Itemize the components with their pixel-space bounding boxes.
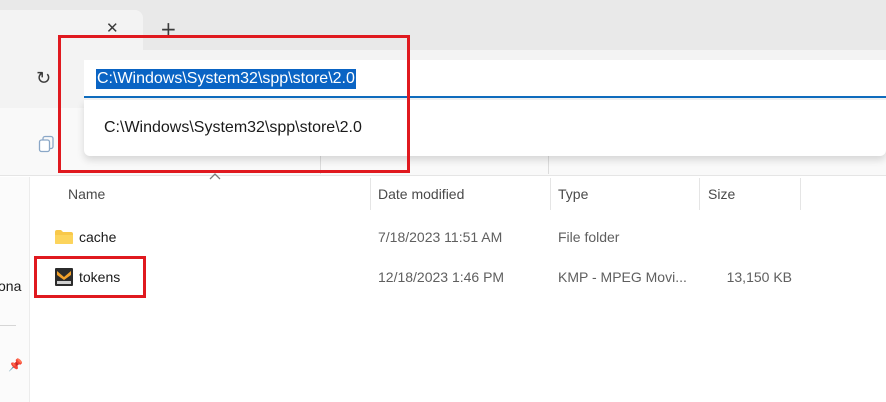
file-date-modified: 12/18/2023 1:46 PM [378,269,505,285]
column-divider[interactable] [370,178,371,210]
column-header-date-modified[interactable]: Date modified [378,186,464,202]
column-divider[interactable] [699,178,700,210]
file-type: KMP - MPEG Movi... [558,269,687,285]
sort-ascending-icon [209,173,221,180]
column-header-name[interactable]: Name [68,186,105,202]
column-header-size[interactable]: Size [708,186,735,202]
file-size: 13,150 KB [726,269,792,285]
column-divider[interactable] [550,178,551,210]
column-header-type[interactable]: Type [558,186,588,202]
annotation-box-address [58,35,410,173]
annotation-box-file [34,256,146,298]
close-tab-icon[interactable]: ✕ [106,20,119,36]
file-name: cache [79,229,117,245]
refresh-icon[interactable]: ↻ [36,69,51,89]
file-type: File folder [558,229,620,245]
nav-divider [0,325,16,326]
file-date-modified: 7/18/2023 11:51 AM [378,229,503,245]
nav-item-label[interactable]: ona [0,278,21,294]
folder-icon [55,230,73,244]
file-row-cache[interactable]: cache 7/18/2023 11:51 AM File folder [30,218,886,256]
pin-icon[interactable]: 📌 [8,358,23,372]
file-row-tokens[interactable]: tokens 12/18/2023 1:46 PM KMP - MPEG Mov… [30,258,886,296]
column-divider[interactable] [800,178,801,210]
navigation-pane: ona 📌 [0,177,30,402]
toolbar-divider [548,156,549,174]
copy-icon[interactable] [38,135,56,153]
